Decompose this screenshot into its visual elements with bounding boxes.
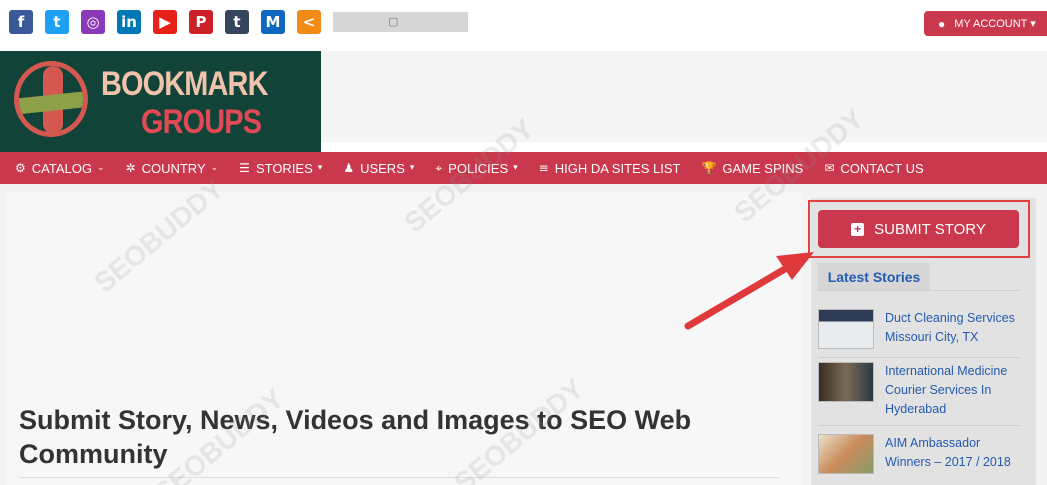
nav-item-high-da-sites-list[interactable]: ≡ HIGH DA SITES LIST bbox=[539, 161, 681, 176]
submit-story-button[interactable]: + SUBMIT STORY bbox=[818, 210, 1019, 248]
nav-icon: ✉ bbox=[824, 161, 835, 175]
facebook-icon[interactable]: f bbox=[9, 10, 33, 34]
story-thumbnail[interactable] bbox=[818, 309, 874, 349]
nav-item-users[interactable]: ♟ USERS ▾ bbox=[343, 161, 414, 176]
nav-icon: ⌖ bbox=[435, 160, 443, 175]
nav-label: CONTACT US bbox=[840, 160, 924, 176]
linkedin-icon[interactable]: in bbox=[117, 10, 141, 34]
pinterest-icon[interactable]: P bbox=[189, 10, 213, 34]
nav-label: STORIES bbox=[255, 160, 313, 176]
instagram-icon[interactable]: ◎ bbox=[81, 10, 105, 34]
latest-stories-tab[interactable]: Latest Stories bbox=[818, 263, 930, 291]
logo-text-groups: GROUPS bbox=[141, 103, 262, 141]
site-header: BOOKMARK GROUPS bbox=[0, 44, 1047, 152]
tumblr-icon[interactable]: t bbox=[225, 10, 249, 34]
nav-item-country[interactable]: ✲ COUNTRY ⌄ bbox=[126, 161, 219, 176]
story-thumbnail[interactable] bbox=[818, 434, 874, 474]
nav-icon: ♟ bbox=[343, 161, 355, 175]
nav-label: POLICIES bbox=[448, 160, 509, 176]
logo-text-bookmark: BOOKMARK bbox=[101, 65, 268, 103]
chevron-down-icon: ▾ bbox=[409, 163, 415, 173]
top-bar: f t ◎ in ▶ Pt M < ▢ ● MY ACCOUNT ▾ bbox=[0, 0, 1047, 44]
chevron-down-icon: ▾ bbox=[513, 163, 518, 173]
nav-item-stories[interactable]: ☰ STORIES ▾ bbox=[239, 161, 322, 176]
nav-item-contact-us[interactable]: ✉ CONTACT US bbox=[824, 161, 923, 176]
nav-item-catalog[interactable]: ⚙ CATALOG ⌄ bbox=[15, 161, 105, 176]
nav-label: GAME SPINS bbox=[722, 160, 804, 176]
nav-label: HIGH DA SITES LIST bbox=[554, 160, 681, 176]
logo-mark bbox=[14, 61, 88, 137]
nav-item-policies[interactable]: ⌖ POLICIES ▾ bbox=[435, 161, 517, 176]
nav-icon: ✲ bbox=[125, 161, 136, 175]
nav-label: USERS bbox=[360, 160, 405, 176]
nav-label: CATALOG bbox=[31, 160, 92, 176]
story-separator bbox=[818, 357, 1020, 358]
my-account-button[interactable]: ● MY ACCOUNT ▾ bbox=[924, 11, 1047, 36]
chevron-down-icon: ⌄ bbox=[96, 163, 105, 173]
banner-area bbox=[321, 51, 1047, 142]
story-thumbnail[interactable] bbox=[818, 362, 874, 402]
nav-icon: ☰ bbox=[239, 161, 250, 175]
chevron-down-icon: ⌄ bbox=[210, 163, 219, 173]
twitter-icon[interactable]: t bbox=[45, 10, 69, 34]
my-account-label: MY ACCOUNT ▾ bbox=[954, 18, 1036, 30]
image-placeholder: ▢ bbox=[333, 12, 468, 32]
broken-image-icon: ▢ bbox=[388, 16, 399, 28]
nav-icon: 🏆 bbox=[701, 161, 717, 175]
story-title[interactable]: International Medicine Courier Services … bbox=[885, 362, 1025, 419]
user-icon: ● bbox=[938, 16, 946, 31]
share-icon[interactable]: < bbox=[297, 10, 321, 34]
youtube-icon[interactable]: ▶ bbox=[153, 10, 177, 34]
medium-icon[interactable]: M bbox=[261, 10, 285, 34]
story-title[interactable]: Duct Cleaning Services Missouri City, TX bbox=[885, 309, 1025, 347]
latest-divider bbox=[818, 290, 1020, 291]
nav-icon: ≡ bbox=[538, 161, 549, 175]
plus-icon: + bbox=[851, 222, 865, 236]
story-title[interactable]: AIM Ambassador Winners – 2017 / 2018 bbox=[885, 434, 1025, 472]
logo[interactable]: BOOKMARK GROUPS bbox=[0, 51, 321, 152]
story-separator bbox=[818, 425, 1020, 426]
main-nav: ⚙ CATALOG ⌄ ✲ COUNTRY ⌄ ☰ STORIES ▾ ♟ USERS ▾ ⌖ POLIC… bbox=[0, 152, 1047, 184]
nav-icon: ⚙ bbox=[15, 161, 26, 175]
submit-story-label: SUBMIT STORY bbox=[874, 220, 986, 238]
social-icons: f t ◎ in ▶ Pt M < bbox=[9, 10, 333, 34]
nav-item-game-spins[interactable]: 🏆 GAME SPINS bbox=[701, 161, 803, 176]
chevron-down-icon: ▾ bbox=[317, 163, 323, 173]
page-title: Submit Story, News, Videos and Images to… bbox=[19, 405, 692, 469]
divider bbox=[19, 477, 779, 478]
nav-label: COUNTRY bbox=[141, 160, 206, 176]
